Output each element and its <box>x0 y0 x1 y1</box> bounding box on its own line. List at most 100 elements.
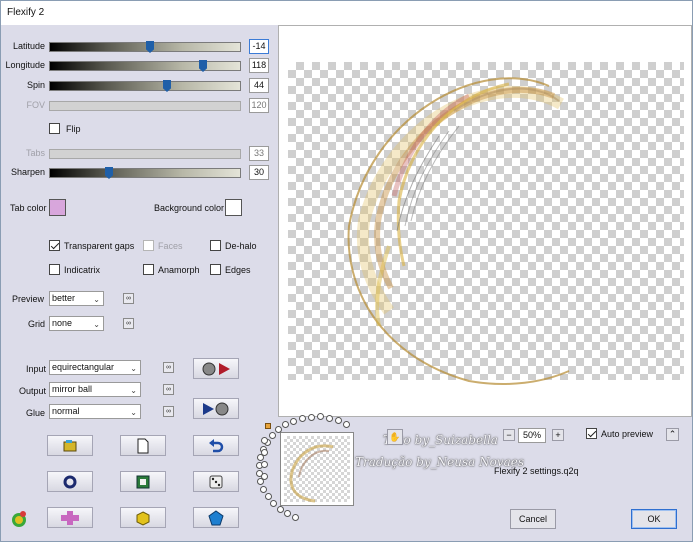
anamorph-checkbox[interactable] <box>143 264 154 275</box>
navigator-dot[interactable] <box>317 413 324 420</box>
chevron-down-icon: ⌄ <box>93 295 100 304</box>
preview-quality-lock-icon[interactable]: ∞ <box>123 293 134 304</box>
dehalo-checkbox[interactable] <box>210 240 221 251</box>
navigator-dot[interactable] <box>261 473 268 480</box>
glue-select[interactable]: normal ⌄ <box>49 404 141 419</box>
grid-lock-icon[interactable]: ∞ <box>123 318 134 329</box>
fov-slider[interactable] <box>49 101 241 111</box>
tab-color-label: Tab color <box>10 203 47 213</box>
sharpen-slider[interactable] <box>49 167 241 179</box>
navigator-dot[interactable] <box>292 514 299 521</box>
navigator-dot[interactable] <box>270 500 277 507</box>
undo-icon <box>209 438 224 452</box>
transparent-gaps-checkbox[interactable] <box>49 240 60 251</box>
collapse-preview-button[interactable]: ⌃ <box>666 428 679 441</box>
pentagon-icon <box>208 509 224 525</box>
auto-preview-label: Auto preview <box>601 429 654 439</box>
preview-quality-select[interactable]: better ⌄ <box>49 291 104 306</box>
longitude-slider[interactable] <box>49 60 241 72</box>
longitude-value-field[interactable]: 118 <box>249 58 269 73</box>
cross-button[interactable] <box>47 507 93 528</box>
navigator-dot[interactable] <box>308 414 315 421</box>
tabs-value-field[interactable]: 33 <box>249 146 269 161</box>
ring-icon <box>63 475 77 488</box>
flexify-dialog: Flexify 2 Latitude -14 Longitude 118 Spin 44 F… <box>0 0 693 542</box>
navigator-dot[interactable] <box>261 449 268 456</box>
output-projection-select[interactable]: mirror ball ⌄ <box>49 382 141 397</box>
navigator-dot[interactable] <box>326 415 333 422</box>
preview-pane[interactable] <box>278 25 692 417</box>
spin-value-field[interactable]: 44 <box>249 78 269 93</box>
glue-lock-icon[interactable]: ∞ <box>163 406 174 417</box>
fov-value-field[interactable]: 120 <box>249 98 269 113</box>
navigator-dot[interactable] <box>282 421 289 428</box>
glue-label: Glue <box>26 408 46 418</box>
navigator-dot[interactable] <box>343 421 350 428</box>
randomize-output-button[interactable] <box>193 398 239 419</box>
thumbnail-preview[interactable] <box>280 432 354 506</box>
navigator-dot[interactable] <box>265 493 272 500</box>
navigator-dot[interactable] <box>275 426 282 433</box>
zoom-level[interactable]: 50% <box>518 428 546 443</box>
navigator-dot[interactable] <box>260 486 267 493</box>
cancel-button[interactable]: Cancel <box>510 509 556 529</box>
page-icon <box>137 438 149 453</box>
latitude-value-field[interactable]: -14 <box>249 39 269 54</box>
random-button[interactable] <box>193 471 239 492</box>
output-lock-icon[interactable]: ∞ <box>163 384 174 395</box>
background-color-swatch[interactable] <box>225 199 242 216</box>
grid-value: none <box>52 318 73 328</box>
spin-slider[interactable] <box>49 80 241 92</box>
latitude-label: Latitude <box>12 41 45 51</box>
dialog-client: Latitude -14 Longitude 118 Spin 44 FOV 120 Tabs 3… <box>1 25 692 541</box>
tab-color-swatch[interactable] <box>49 199 66 216</box>
chevron-up-icon: ⌃ <box>668 429 677 439</box>
zoom-out-button[interactable]: − <box>503 429 515 441</box>
dice-forward-icon <box>202 362 230 375</box>
indicatrix-checkbox[interactable] <box>49 264 60 275</box>
edges-checkbox[interactable] <box>210 264 221 275</box>
chevron-down-icon: ⌄ <box>93 320 100 329</box>
input-projection-select[interactable]: equirectangular ⌄ <box>49 360 141 375</box>
pentagon-button[interactable] <box>193 507 239 528</box>
navigator-dot[interactable] <box>269 432 276 439</box>
navigator-dot[interactable] <box>261 437 268 444</box>
chevron-down-icon: ⌄ <box>130 386 137 395</box>
latitude-slider-thumb[interactable] <box>146 41 154 53</box>
sharpen-value-field[interactable]: 30 <box>249 165 269 180</box>
grid-select[interactable]: none ⌄ <box>49 316 104 331</box>
frame-button[interactable] <box>120 471 166 492</box>
spin-slider-thumb[interactable] <box>163 80 171 92</box>
navigator-anchor-handle[interactable] <box>265 423 271 429</box>
navigator-dot[interactable] <box>335 417 342 424</box>
navigator-dot[interactable] <box>299 415 306 422</box>
flip-checkbox[interactable] <box>49 123 60 134</box>
open-settings-button[interactable] <box>47 435 93 456</box>
input-lock-icon[interactable]: ∞ <box>163 362 174 373</box>
sharpen-slider-thumb[interactable] <box>105 167 113 179</box>
navigator-dot[interactable] <box>284 510 291 517</box>
app-logo-icon <box>9 509 29 531</box>
input-label: Input <box>26 364 47 374</box>
navigator-dot[interactable] <box>290 418 297 425</box>
longitude-slider-thumb[interactable] <box>199 60 207 72</box>
navigator-dot[interactable] <box>261 461 268 468</box>
tabs-slider[interactable] <box>49 149 241 159</box>
undo-button[interactable] <box>193 435 239 456</box>
latitude-slider[interactable] <box>49 41 241 53</box>
auto-preview-checkbox[interactable] <box>586 428 597 439</box>
spin-label: Spin <box>26 80 45 90</box>
hand-tool-button[interactable]: ✋ <box>387 429 403 445</box>
ok-button[interactable]: OK <box>631 509 677 529</box>
cube-icon <box>136 510 150 526</box>
faces-label: Faces <box>158 241 183 251</box>
torus-button[interactable] <box>47 471 93 492</box>
randomize-input-button[interactable] <box>193 358 239 379</box>
navigator-dot[interactable] <box>277 506 284 513</box>
save-settings-button[interactable] <box>120 435 166 456</box>
output-label: Output <box>19 386 47 396</box>
faces-checkbox[interactable] <box>143 240 154 251</box>
grid-label: Grid <box>28 319 46 329</box>
zoom-in-button[interactable]: + <box>552 429 564 441</box>
cube-button[interactable] <box>120 507 166 528</box>
